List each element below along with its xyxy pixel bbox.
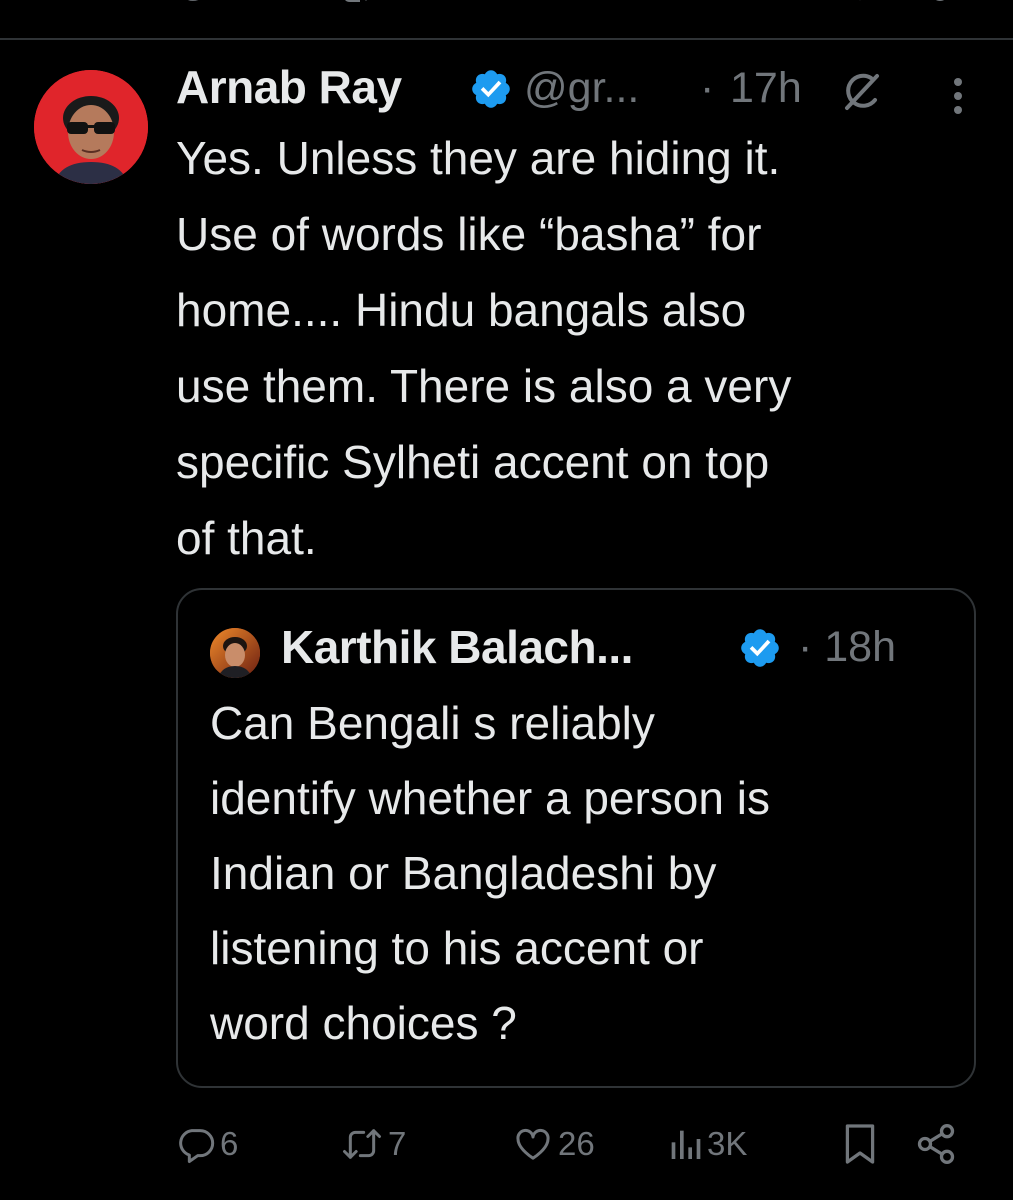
reply-count: 6 — [220, 1125, 239, 1162]
tweet-text-line: Yes. Unless they are hiding it. — [176, 132, 781, 184]
tweet-header: Arnab Ray @gr... · 17h — [176, 58, 976, 118]
share-icon[interactable] — [920, 0, 960, 12]
grok-icon[interactable] — [841, 72, 881, 112]
verified-badge-icon — [469, 67, 513, 111]
views-icon — [667, 1124, 703, 1164]
tweet-text-line: use them. There is also a very — [176, 360, 792, 412]
author-name[interactable]: Arnab Ray — [176, 60, 402, 114]
quoted-avatar[interactable] — [210, 628, 260, 678]
like-count: 26 — [558, 1125, 595, 1162]
like-button[interactable]: 26 — [512, 1120, 595, 1168]
heart-icon — [512, 1124, 554, 1164]
views-button[interactable]: 3K — [667, 1120, 747, 1168]
quoted-text-line: Indian or Bangladeshi by — [210, 847, 717, 899]
author-handle[interactable]: @gr... — [524, 64, 639, 113]
views-count: 3K — [707, 1125, 748, 1162]
reply-button[interactable]: 6 — [176, 1120, 238, 1168]
reply-icon[interactable] — [176, 0, 216, 12]
quoted-author-name[interactable]: Karthik Balach... — [281, 620, 633, 674]
separator-dot: · — [700, 64, 715, 112]
quoted-text-line: Can Bengali s reliably — [210, 697, 655, 749]
quoted-text-line: word choices ? — [210, 997, 517, 1049]
reply-icon — [176, 1124, 216, 1164]
timestamp[interactable]: 17h — [730, 64, 802, 113]
tweet-text-line: Use of words like “basha” for — [176, 208, 762, 260]
bookmark-button[interactable] — [842, 1120, 878, 1168]
tweet-detail-screen: . . . Arnab Ray — [0, 0, 1013, 1200]
bookmark-icon — [842, 1122, 878, 1166]
tweet-text-line: home.... Hindu bangals also — [176, 284, 747, 336]
svg-text:. . .: . . . — [714, 0, 756, 3]
quoted-timestamp: · 18h — [798, 623, 897, 671]
verified-badge-icon — [738, 626, 782, 670]
heart-icon[interactable] — [520, 0, 560, 12]
tweet-text: Yes. Unless they are hiding it. Use of w… — [176, 120, 976, 576]
tweet-actions: 6 7 26 3K — [0, 1120, 1013, 1168]
share-button[interactable] — [914, 1120, 958, 1168]
repost-icon[interactable] — [340, 0, 380, 12]
quoted-text-line: listening to his accent or — [210, 922, 704, 974]
quoted-tweet-card[interactable]: Karthik Balach... · 18h Can Bengali s re… — [176, 588, 976, 1088]
previous-tweet-actions: . . . — [0, 0, 1013, 12]
views-icon[interactable]: . . . — [676, 0, 766, 12]
divider — [0, 38, 1013, 40]
repost-icon — [340, 1124, 384, 1164]
tweet-text-line: specific Sylheti accent on top — [176, 436, 770, 488]
bookmark-icon[interactable] — [842, 0, 882, 12]
tweet-text-line: of that. — [176, 512, 317, 564]
share-icon — [914, 1122, 958, 1166]
quoted-tweet-text: Can Bengali s reliably identify whether … — [210, 686, 950, 1061]
repost-button[interactable]: 7 — [340, 1120, 406, 1168]
more-vertical-icon[interactable] — [946, 74, 970, 118]
avatar[interactable] — [34, 70, 148, 184]
quoted-text-line: identify whether a person is — [210, 772, 770, 824]
repost-count: 7 — [388, 1125, 407, 1162]
